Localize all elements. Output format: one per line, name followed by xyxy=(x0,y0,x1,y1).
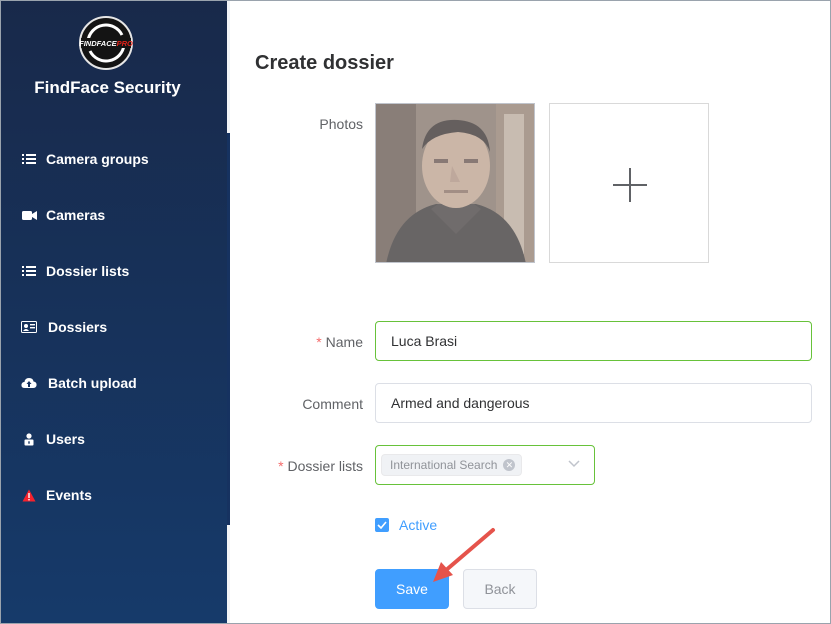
sidebar-item-label: Cameras xyxy=(46,207,106,223)
sidebar-item-users[interactable]: Users xyxy=(0,411,227,467)
findface-logo: FINDFACEPRO xyxy=(79,16,133,70)
id-card-icon xyxy=(20,320,38,334)
dossier-photo[interactable] xyxy=(375,103,535,263)
add-photo-button[interactable] xyxy=(549,103,709,263)
dossier-lists-select[interactable]: International Search ✕ xyxy=(375,445,595,485)
brand-name: FindFace Security xyxy=(34,78,181,97)
name-label: * Name xyxy=(316,334,363,350)
tag-label: International Search xyxy=(390,458,498,472)
warning-icon xyxy=(20,488,38,502)
svg-text:FINDFACEPRO: FINDFACEPRO xyxy=(79,39,133,48)
main-content: Create dossier Photos *Name Comment *Dos… xyxy=(230,0,831,624)
comment-label: Comment xyxy=(302,396,363,412)
back-button[interactable]: Back xyxy=(463,569,537,609)
cloud-upload-icon xyxy=(20,376,38,390)
chevron-down-icon xyxy=(568,460,580,468)
sidebar-item-events[interactable]: Events xyxy=(0,467,227,523)
face-photo-image xyxy=(376,104,534,262)
checkbox-checked-icon xyxy=(375,518,389,532)
sidebar-item-cameras[interactable]: Cameras xyxy=(0,187,227,243)
sidebar-item-dossier-lists[interactable]: Dossier lists xyxy=(0,243,227,299)
sidebar-item-label: Camera groups xyxy=(46,151,149,167)
photos-label: Photos xyxy=(319,116,363,132)
logo-area: FINDFACEPRO FindFace Security xyxy=(0,0,227,133)
sidebar-nav: Camera groups Cameras Dossier lists Doss… xyxy=(0,131,227,523)
active-label: Active xyxy=(399,517,438,533)
list-icon xyxy=(20,264,38,278)
name-input[interactable] xyxy=(375,321,812,361)
sidebar-item-label: Batch upload xyxy=(48,375,137,391)
sidebar-item-label: Dossiers xyxy=(48,319,108,335)
sidebar-item-label: Dossier lists xyxy=(46,263,130,279)
user-lock-icon xyxy=(20,432,38,446)
save-button[interactable]: Save xyxy=(375,569,449,609)
video-camera-icon xyxy=(20,208,38,222)
page-title: Create dossier xyxy=(255,52,394,74)
sidebar-item-label: Events xyxy=(46,487,92,503)
dossier-list-tag: International Search ✕ xyxy=(381,454,523,476)
sidebar-item-batch-upload[interactable]: Batch upload xyxy=(0,355,227,411)
sidebar: FINDFACEPRO FindFace Security Camera gro… xyxy=(0,0,227,624)
sidebar-item-camera-groups[interactable]: Camera groups xyxy=(0,131,227,187)
dossier-lists-label: * Dossier lists xyxy=(278,458,363,474)
sidebar-item-dossiers[interactable]: Dossiers xyxy=(0,299,227,355)
tag-close-icon[interactable]: ✕ xyxy=(503,459,516,471)
comment-input[interactable] xyxy=(375,383,812,423)
active-checkbox[interactable]: Active xyxy=(375,517,437,533)
list-icon xyxy=(20,152,38,166)
sidebar-item-label: Users xyxy=(46,431,85,447)
